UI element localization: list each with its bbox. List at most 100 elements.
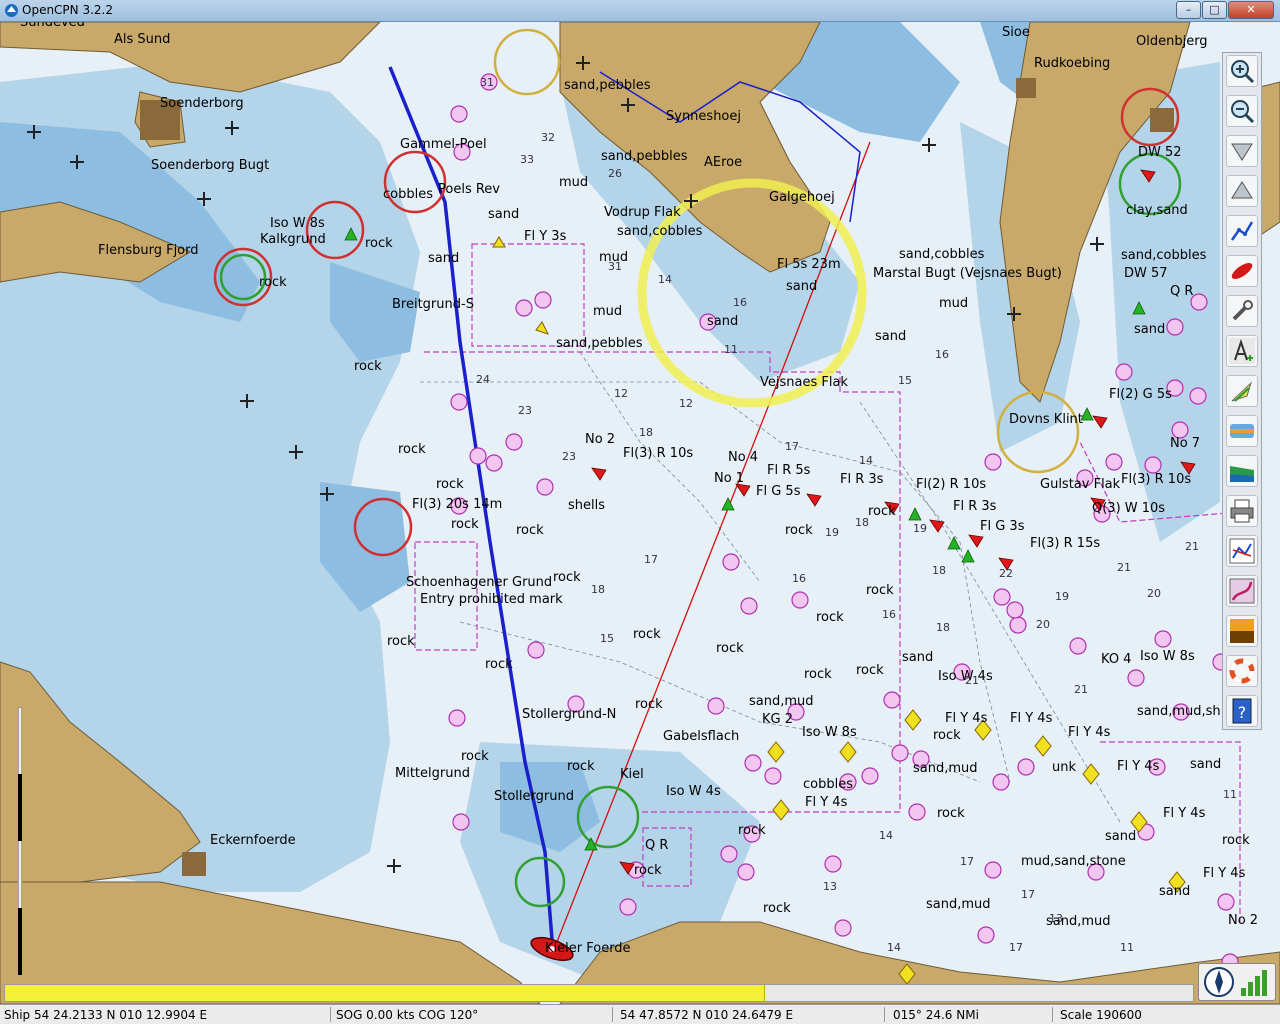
layers-tool[interactable] [1226, 455, 1258, 487]
label-fl-y-3s: Fl Y 3s [524, 229, 567, 244]
label-soenderborg: Soenderborg [160, 96, 244, 111]
text-tool[interactable] [1226, 335, 1258, 367]
label-poels-rev: Poels Rev [438, 182, 500, 197]
scale-in-icon [1231, 143, 1253, 161]
svg-text:21: 21 [1117, 561, 1131, 574]
label-cobbles-2: cobbles [803, 777, 853, 792]
label-fl-r-5s: Fl R 5s [767, 463, 811, 478]
svg-text:17: 17 [644, 553, 658, 566]
label-fl2-r-10s: Fl(2) R 10s [916, 477, 986, 492]
label-iso-w-8s-2: Iso W 8s [802, 725, 857, 740]
label-rock-26: rock [937, 806, 965, 821]
svg-text:14: 14 [879, 829, 893, 842]
label-ko-4: KO 4 [1101, 652, 1131, 667]
label-galgehoej: Galgehoej [769, 190, 835, 205]
settings-tool[interactable] [1226, 295, 1258, 327]
route-manager-icon [1229, 538, 1255, 564]
minimize-button[interactable]: – [1176, 1, 1201, 19]
bearing-distance: 015° 24.6 NMi [893, 1008, 979, 1022]
label-sand-6: sand [1134, 322, 1165, 337]
tide-tool[interactable] [1226, 415, 1258, 447]
label-fl3-r-10s-1: Fl(3) R 10s [623, 446, 693, 461]
label-oldenbjerg: Oldenbjerg [1136, 34, 1208, 49]
label-soenderborg-bugt: Soenderborg Bugt [151, 158, 269, 173]
route-icon [1230, 221, 1254, 241]
scale-out-tool[interactable] [1226, 175, 1258, 207]
label-sand-7: sand [902, 650, 933, 665]
label-rock-11: rock [716, 641, 744, 656]
svg-text:31: 31 [608, 260, 622, 273]
label-clay-sand: clay,sand [1126, 203, 1188, 218]
color-scheme-tool[interactable] [1226, 615, 1258, 647]
svg-text:13: 13 [1049, 912, 1063, 925]
close-button[interactable]: ✕ [1228, 1, 1274, 19]
label-q3-w-10s: Q(3) W 10s [1092, 501, 1165, 516]
svg-text:18: 18 [932, 564, 946, 577]
svg-text:16: 16 [882, 608, 896, 621]
chart-progress-fill [5, 985, 765, 1001]
label-sand-mud-sh: sand,mud,sh [1137, 704, 1221, 719]
svg-text:14: 14 [859, 454, 873, 467]
label-dw-52: DW 52 [1138, 145, 1182, 160]
label-sand-mud-1: sand,mud [749, 694, 814, 709]
print-tool[interactable] [1226, 495, 1258, 527]
auto-follow-tool[interactable] [1226, 255, 1258, 287]
zoom-in-tool[interactable] [1226, 55, 1258, 87]
label-rock-21: rock [567, 759, 595, 774]
label-rock-23: rock [738, 823, 766, 838]
zoom-out-tool[interactable] [1226, 95, 1258, 127]
label-kg-2: KG 2 [762, 712, 793, 727]
svg-text:23: 23 [562, 450, 576, 463]
svg-text:14: 14 [887, 941, 901, 954]
chart-canvas[interactable]: Sundeved Als Sund Soenderborg Soenderbor… [0, 22, 1280, 1004]
svg-text:16: 16 [733, 296, 747, 309]
ship-position: Ship 54 24.2133 N 010 12.9904 E [4, 1008, 208, 1022]
label-fl3-20s-14m: Fl(3) 20s 14m [412, 497, 502, 512]
label-rock-10: rock [633, 627, 661, 642]
svg-text:15: 15 [600, 632, 614, 645]
status-widgets[interactable] [1198, 963, 1276, 1001]
label-rock-6: rock [451, 517, 479, 532]
label-rock-7: rock [516, 523, 544, 538]
label-synneshoej: Synneshoej [666, 109, 741, 124]
text-icon [1229, 338, 1255, 364]
svg-text:18: 18 [591, 583, 605, 596]
svg-text:23: 23 [518, 404, 532, 417]
label-gabelsflach: Gabelsflach [663, 729, 739, 744]
label-q-r-2: Q R [645, 838, 668, 853]
svg-text:21: 21 [1074, 683, 1088, 696]
label-sand-cobbles-3: sand,cobbles [1121, 248, 1207, 263]
scale-in-tool[interactable] [1226, 135, 1258, 167]
route-manager-tool[interactable] [1226, 535, 1258, 567]
label-rock-24: rock [763, 901, 791, 916]
label-rock-14: rock [866, 583, 894, 598]
track-tool[interactable] [1226, 575, 1258, 607]
label-rock-3: rock [398, 442, 426, 457]
label-rudkoebing: Rudkoebing [1034, 56, 1110, 71]
route-tool[interactable] [1226, 215, 1258, 247]
label-marstal-bugt: Marstal Bugt (Vejsnaes Bugt) [873, 266, 1062, 281]
label-iso-w-8s: Iso W 8s [270, 216, 325, 231]
opencpn-logo-icon [5, 4, 18, 17]
svg-text:?: ? [1238, 703, 1247, 722]
label-rock-27: rock [1222, 833, 1250, 848]
label-fl-y-4s-2: Fl Y 4s [1068, 725, 1111, 740]
svg-text:16: 16 [792, 572, 806, 585]
lifebuoy-icon [1229, 658, 1255, 684]
label-flensburg-fjord: Flensburg Fjord [98, 243, 199, 258]
status-bar: Ship 54 24.2133 N 010 12.9904 E SOG 0.00… [0, 1004, 1280, 1024]
zoom-out-icon [1231, 100, 1255, 124]
current-tool[interactable] [1226, 375, 1258, 407]
label-rock-9: rock [553, 570, 581, 585]
label-gammel-poel: Gammel-Poel [400, 137, 487, 152]
help-icon: ? [1232, 698, 1252, 724]
scale-out-icon [1231, 181, 1253, 199]
label-shells: shells [568, 498, 605, 513]
help-tool[interactable]: ? [1226, 695, 1258, 727]
mob-tool[interactable] [1226, 655, 1258, 687]
svg-text:14: 14 [658, 273, 672, 286]
label-sand-pebbles-3: sand,pebbles [601, 149, 688, 164]
label-sand-8: sand [1190, 757, 1221, 772]
ship-icon [1231, 262, 1253, 280]
maximize-button[interactable]: □ [1202, 1, 1227, 19]
